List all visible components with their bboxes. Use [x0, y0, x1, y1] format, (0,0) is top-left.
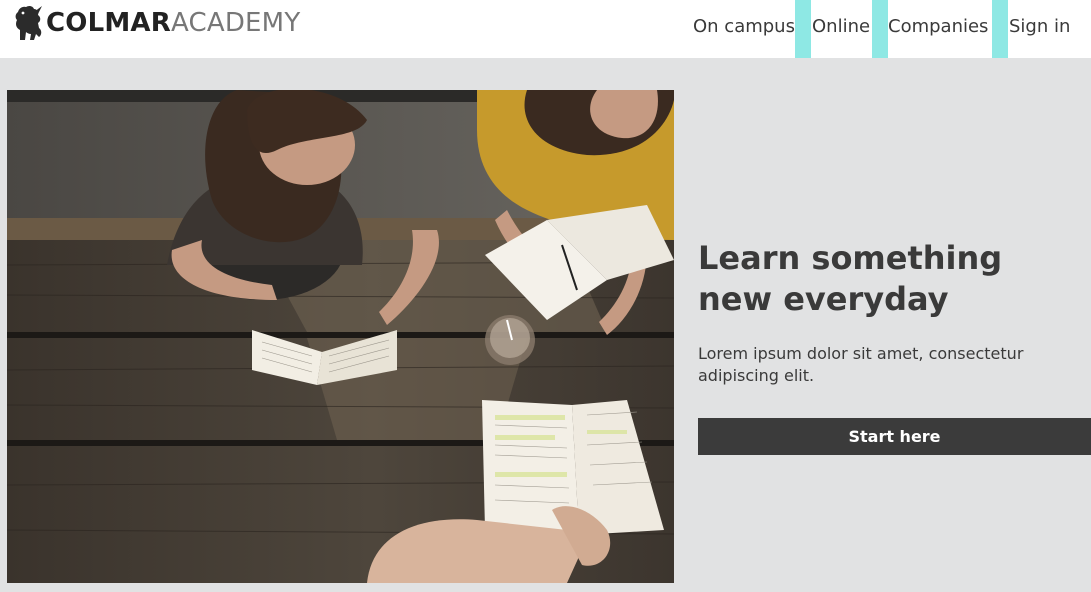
students-studying-photo — [7, 90, 674, 583]
nav-divider — [992, 0, 1008, 58]
nav-item-companies[interactable]: Companies — [888, 14, 988, 40]
nav-divider — [795, 0, 811, 58]
hero-image — [7, 90, 674, 583]
site-header: COLMAR ACADEMY On campus Online Companies… — [0, 0, 1091, 58]
main-nav: On campus Online Companies Sign in — [0, 0, 1091, 58]
start-here-button[interactable]: Start here — [698, 418, 1091, 455]
nav-divider — [872, 0, 888, 58]
hero-title: Learn something new everyday — [698, 239, 1003, 318]
nav-item-online[interactable]: Online — [812, 14, 870, 40]
nav-item-sign-in[interactable]: Sign in — [1009, 14, 1070, 40]
nav-item-on-campus[interactable]: On campus — [693, 14, 795, 40]
hero-description: Lorem ipsum dolor sit amet, consectetur … — [698, 344, 1024, 385]
